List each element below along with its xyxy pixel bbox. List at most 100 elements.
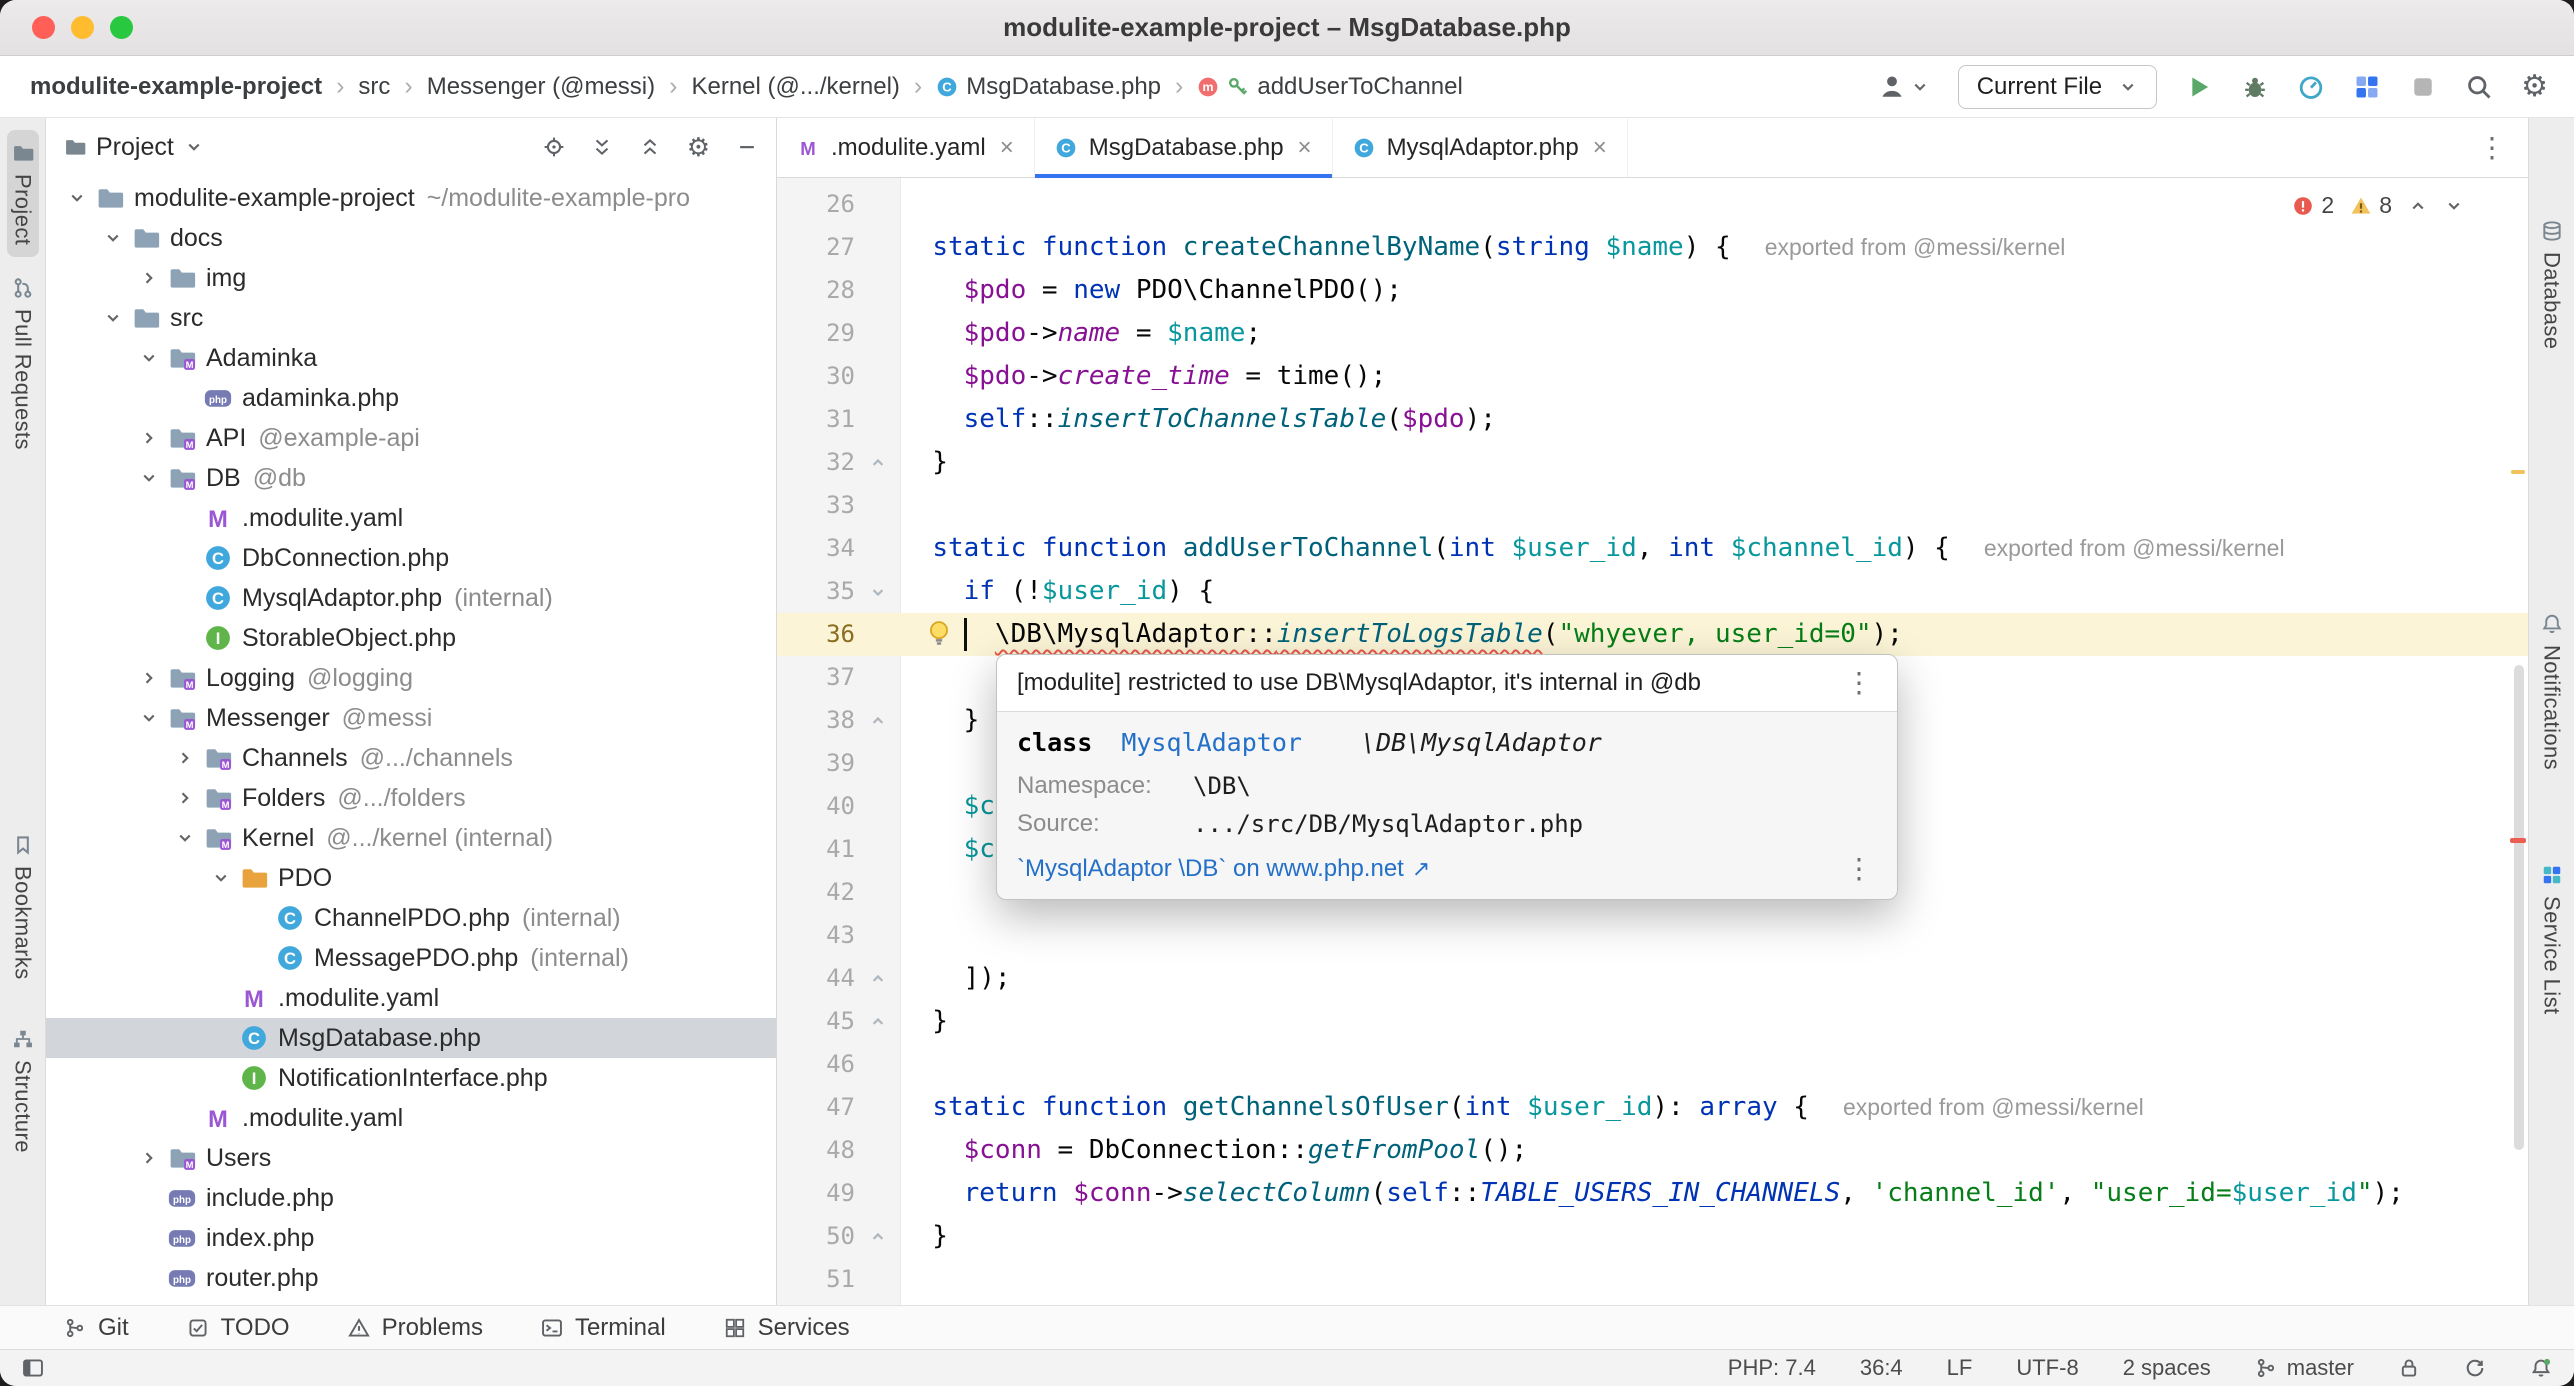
tree-item-router-php[interactable]: php router.php: [46, 1258, 776, 1298]
status-bell-dot-button[interactable]: [2530, 1357, 2552, 1379]
intention-bulb-icon[interactable]: [925, 619, 953, 647]
fold-marker[interactable]: [855, 1000, 901, 1043]
breadcrumb-item-src[interactable]: src: [354, 71, 394, 103]
php-net-link[interactable]: `MysqlAdaptor \DB` on www.php.net: [1017, 855, 1404, 883]
tree-item-notificationinterface-php[interactable]: I NotificationInterface.php: [46, 1058, 776, 1098]
toolwindow-button-git[interactable]: Git: [64, 1314, 129, 1342]
toolwindow-button-services[interactable]: Services: [724, 1314, 850, 1342]
code-line-29[interactable]: 29 $pdo->name = $name;: [777, 312, 2528, 355]
code-line-32[interactable]: 32 }: [777, 441, 2528, 484]
minimize-button[interactable]: [71, 16, 94, 39]
code-line-27[interactable]: 27 static function createChannelByName(s…: [777, 226, 2528, 269]
tree-item-index-php[interactable]: php index.php: [46, 1218, 776, 1258]
toolwindow-button-problems[interactable]: Problems: [347, 1314, 483, 1342]
tree-expand-chevron[interactable]: [98, 308, 128, 328]
tree-expand-chevron[interactable]: [98, 228, 128, 248]
tool-stripe-bookmarks[interactable]: Bookmarks: [7, 822, 39, 992]
debug-button[interactable]: [2241, 73, 2269, 101]
expand-all-icon[interactable]: [591, 136, 613, 158]
toolwindow-button-terminal[interactable]: Terminal: [541, 1314, 666, 1342]
tool-stripe-service-list[interactable]: Service List: [2536, 852, 2568, 1027]
breadcrumb-item-addusertochannel[interactable]: m addUserToChannel: [1193, 71, 1466, 103]
toolwindow-button-todo[interactable]: TODO: [187, 1314, 290, 1342]
tree-item-folders[interactable]: M Folders @.../folders: [46, 778, 776, 818]
status-2-spaces[interactable]: 2 spaces: [2123, 1355, 2211, 1381]
fold-marker[interactable]: [855, 957, 901, 1000]
tree-item-logging[interactable]: M Logging @logging: [46, 658, 776, 698]
breadcrumb-item-modulite-example-project[interactable]: modulite-example-project: [26, 71, 326, 103]
code-line-26[interactable]: 26: [777, 183, 2528, 226]
tree-expand-chevron[interactable]: [170, 828, 200, 848]
close-button[interactable]: [32, 16, 55, 39]
search-everywhere-button[interactable]: [2465, 73, 2493, 101]
tree-item-messenger[interactable]: M Messenger @messi: [46, 698, 776, 738]
tool-stripe-database[interactable]: Database: [2536, 208, 2568, 361]
scrollbar-error-mark[interactable]: [2510, 838, 2526, 843]
breadcrumb-item-kernel-kernel[interactable]: Kernel (@.../kernel): [687, 71, 903, 103]
editor-scrollbar[interactable]: [2514, 665, 2524, 1150]
tree-item-pdo[interactable]: PDO: [46, 858, 776, 898]
tool-stripe-pull-requests[interactable]: Pull Requests: [7, 265, 39, 462]
inspections-widget[interactable]: 2 8: [2284, 188, 2472, 223]
tree-item-adaminka-php[interactable]: php adaminka.php: [46, 378, 776, 418]
status-lf[interactable]: LF: [1947, 1355, 1973, 1381]
editor-tab-msgdatabase-php[interactable]: C MsgDatabase.php ×: [1034, 118, 1333, 178]
breadcrumb-item-msgdatabase-php[interactable]: C MsgDatabase.php: [932, 71, 1165, 103]
status-36-4[interactable]: 36:4: [1860, 1355, 1903, 1381]
tree-expand-chevron[interactable]: [134, 668, 164, 688]
hide-panel-icon[interactable]: [736, 136, 758, 158]
tree-item-docs[interactable]: docs: [46, 218, 776, 258]
settings-button[interactable]: ⚙: [2521, 71, 2548, 102]
code-line-28[interactable]: 28 $pdo = new PDO\ChannelPDO();: [777, 269, 2528, 312]
chevron-down-icon[interactable]: [184, 137, 204, 157]
close-tab-icon[interactable]: ×: [1000, 134, 1014, 162]
tool-stripe-notifications[interactable]: Notifications: [2536, 601, 2568, 782]
tree-item-modulite-yaml[interactable]: M .modulite.yaml: [46, 978, 776, 1018]
tree-expand-chevron[interactable]: [134, 468, 164, 488]
tree-item-src[interactable]: src: [46, 298, 776, 338]
panel-settings-gear-icon[interactable]: ⚙: [687, 134, 710, 160]
fold-marker[interactable]: [855, 699, 901, 742]
run-button[interactable]: [2185, 73, 2213, 101]
status-utf-8[interactable]: UTF-8: [2016, 1355, 2078, 1381]
scrollbar-warning-mark[interactable]: [2511, 470, 2525, 474]
editor-tab-mysqladaptor-php[interactable]: C MysqlAdaptor.php ×: [1333, 118, 1628, 177]
tree-expand-chevron[interactable]: [134, 708, 164, 728]
tree-expand-chevron[interactable]: [134, 268, 164, 288]
prev-problem-icon[interactable]: [2408, 196, 2428, 216]
status-lock-button[interactable]: [2398, 1357, 2420, 1379]
code-line-44[interactable]: 44 ]);: [777, 957, 2528, 1000]
tree-item-msgdatabase-php[interactable]: C MsgDatabase.php: [46, 1018, 776, 1058]
tree-item-users[interactable]: M Users: [46, 1138, 776, 1178]
tree-item-kernel[interactable]: M Kernel @.../kernel (internal): [46, 818, 776, 858]
toolwindow-toggle-button[interactable]: [22, 1357, 44, 1379]
close-tab-icon[interactable]: ×: [1593, 134, 1607, 162]
tree-item-include-php[interactable]: php include.php: [46, 1178, 776, 1218]
link-more-options-icon[interactable]: ⋮: [1841, 855, 1877, 883]
tree-expand-chevron[interactable]: [170, 748, 200, 768]
tree-expand-chevron[interactable]: [206, 868, 236, 888]
locate-file-icon[interactable]: [543, 136, 565, 158]
tree-expand-chevron[interactable]: [134, 1148, 164, 1168]
class-name-link[interactable]: MysqlAdaptor: [1121, 728, 1302, 757]
close-tab-icon[interactable]: ×: [1298, 134, 1312, 162]
coverage-button[interactable]: [2353, 73, 2381, 101]
code-editor[interactable]: 26 27 static function createChannelByName…: [777, 178, 2528, 1305]
fold-marker[interactable]: [855, 570, 901, 613]
tree-item-modulite-yaml[interactable]: M .modulite.yaml: [46, 498, 776, 538]
next-problem-icon[interactable]: [2444, 196, 2464, 216]
profiler-button[interactable]: [2297, 73, 2325, 101]
tree-item-dbconnection-php[interactable]: C DbConnection.php: [46, 538, 776, 578]
tree-item-adaminka[interactable]: M Adaminka: [46, 338, 776, 378]
tree-item-mysqladaptor-php[interactable]: C MysqlAdaptor.php (internal): [46, 578, 776, 618]
fold-marker[interactable]: [855, 441, 901, 484]
tree-expand-chevron[interactable]: [62, 188, 92, 208]
tool-stripe-project[interactable]: Project: [6, 130, 39, 258]
code-line-30[interactable]: 30 $pdo->create_time = time();: [777, 355, 2528, 398]
tree-item-messagepdo-php[interactable]: C MessagePDO.php (internal): [46, 938, 776, 978]
tree-item-modulite-example-project[interactable]: modulite-example-project ~/modulite-examp…: [46, 178, 776, 218]
tree-item-api[interactable]: M API @example-api: [46, 418, 776, 458]
fold-marker[interactable]: [855, 1215, 901, 1258]
tree-expand-chevron[interactable]: [134, 428, 164, 448]
zoom-button[interactable]: [110, 16, 133, 39]
